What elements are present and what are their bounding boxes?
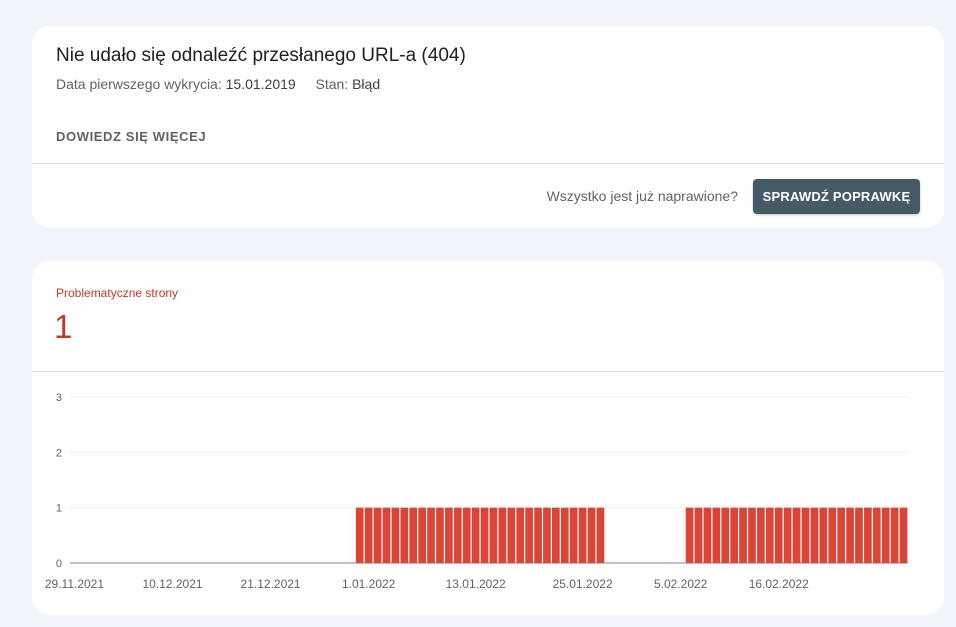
bar (498, 507, 507, 563)
bar (436, 507, 444, 563)
bar (418, 507, 426, 563)
bar (489, 507, 498, 563)
bar (685, 507, 694, 563)
status-value: Błąd (352, 76, 381, 92)
bar (373, 507, 382, 563)
bar (899, 507, 908, 563)
bar (721, 507, 730, 563)
y-tick-label: 0 (56, 558, 62, 570)
bar (810, 507, 819, 563)
first-detected-label: Data pierwszego wykrycia: (56, 76, 222, 92)
bar (445, 507, 453, 563)
fixed-question: Wszystko jest już naprawione? (546, 188, 738, 204)
bar (757, 507, 765, 563)
bar (453, 507, 462, 563)
y-tick-label: 2 (56, 447, 62, 459)
issue-card: Nie udało się odnaleźć przesłanego URL-a… (32, 26, 944, 228)
bar (881, 507, 890, 563)
bar (765, 507, 774, 563)
x-tick-label: 29.11.2021 (45, 577, 104, 591)
bar (855, 507, 863, 563)
bar (480, 507, 489, 563)
bar (471, 507, 480, 563)
bar (560, 507, 569, 563)
bar (703, 507, 712, 563)
bar (427, 507, 435, 563)
divider (32, 163, 944, 164)
bar (534, 507, 542, 563)
bar (801, 507, 810, 563)
bar (587, 507, 596, 563)
bar (543, 507, 551, 563)
validate-fix-button[interactable]: SPRAWDŹ POPRAWKĘ (753, 179, 920, 214)
bar (364, 507, 373, 563)
status-label: Stan: (315, 76, 349, 92)
x-tick-label: 10.12.2021 (142, 577, 202, 591)
bar (569, 507, 578, 563)
bar (409, 507, 418, 563)
bar (890, 507, 899, 563)
x-tick-label: 1.01.2022 (342, 577, 396, 591)
bar (828, 507, 837, 563)
bar (391, 507, 400, 563)
bar (774, 507, 783, 563)
x-tick-label: 25.01.2022 (553, 577, 613, 591)
chart-card: Problematyczne strony 1 0 1 2 3 29.11.2021 10… (32, 261, 944, 615)
bar (748, 507, 756, 563)
first-detected-value: 15.01.2019 (225, 76, 296, 92)
bar (864, 507, 872, 563)
bar (400, 507, 409, 563)
bar (819, 507, 828, 563)
bar (837, 507, 845, 563)
bar (462, 507, 471, 563)
bar (578, 507, 587, 563)
bar (596, 507, 605, 563)
metric-label: Problematyczne strony (56, 286, 179, 300)
learn-more-link[interactable]: DOWIEDZ SIĘ WIĘCEJ (56, 129, 206, 144)
bar (792, 507, 801, 563)
x-tick-label: 21.12.2021 (241, 577, 301, 591)
bar (552, 507, 560, 563)
bar (694, 507, 703, 563)
issue-meta: Data pierwszego wykrycia: 15.01.2019 Sta… (56, 76, 380, 92)
affected-pages-chart: 0 1 2 3 29.11.2021 10.12.2021 21.12.2021 1.01.2… (45, 392, 908, 591)
x-tick-label: 5.02.2022 (654, 577, 708, 591)
y-tick-label: 1 (56, 503, 62, 515)
bar (872, 507, 881, 563)
bar (355, 507, 364, 563)
y-tick-label: 3 (56, 392, 62, 404)
bar (382, 507, 391, 563)
bar (525, 507, 533, 563)
bar (730, 507, 739, 563)
bar (507, 507, 516, 563)
metric-value: 1 (54, 308, 73, 345)
x-tick-label: 13.01.2022 (446, 577, 506, 591)
bar (712, 507, 721, 563)
issue-title: Nie udało się odnaleźć przesłanego URL-a… (56, 45, 466, 66)
bar (783, 507, 792, 563)
bar (516, 507, 525, 563)
bar (846, 507, 854, 563)
bar (739, 507, 747, 563)
x-tick-label: 16.02.2022 (749, 577, 809, 591)
